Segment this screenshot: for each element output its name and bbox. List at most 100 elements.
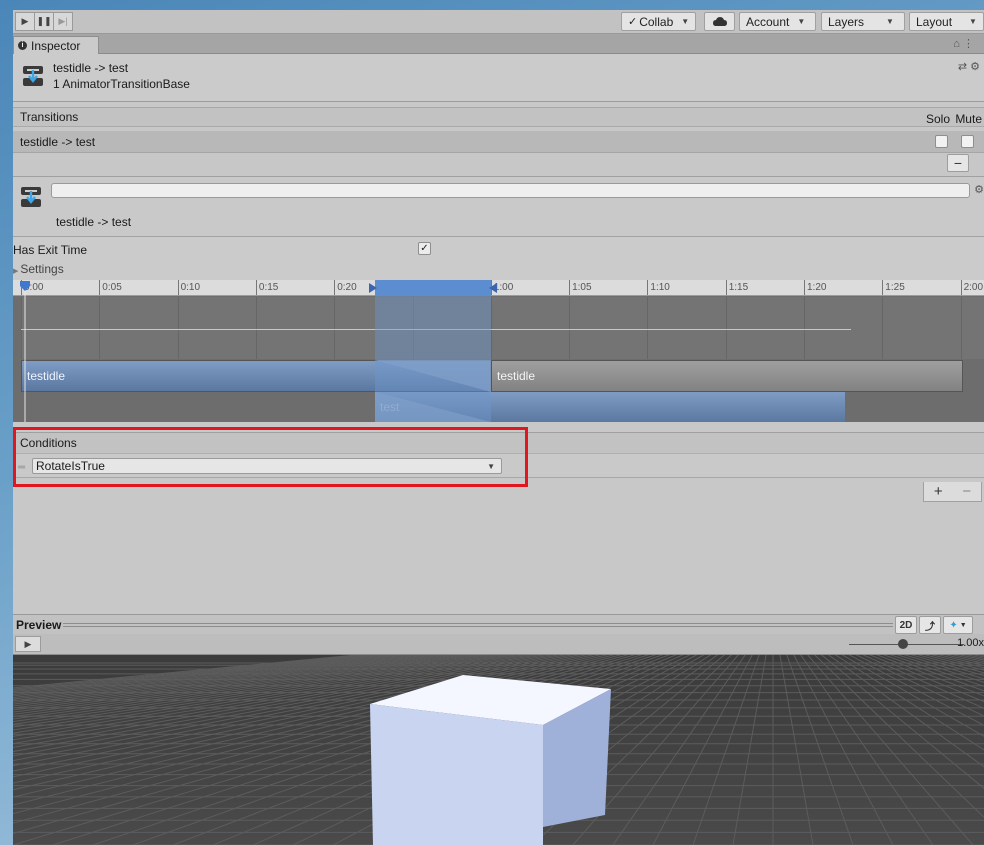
transition-name: testidle -> test — [56, 215, 132, 229]
pivot-button[interactable]: ⤴ — [919, 616, 941, 634]
track-gridline — [647, 297, 649, 359]
account-dropdown[interactable]: Account ▼ — [739, 12, 816, 31]
cloud-icon — [712, 17, 727, 26]
preview-play-button[interactable]: ▶ — [15, 636, 41, 652]
transition-icon — [23, 66, 43, 86]
solo-checkbox[interactable] — [935, 135, 948, 148]
preview-controls: ▶ 1.00x — [13, 634, 984, 655]
pause-button[interactable]: ❚❚ — [34, 12, 54, 31]
timeline-ruler[interactable]: 0:000:050:100:150:200:251:001:051:101:15… — [13, 280, 984, 296]
source-clip-label: testidle — [27, 369, 66, 383]
transition-selection — [375, 280, 491, 422]
playhead[interactable] — [19, 280, 31, 422]
condition-row[interactable]: ═ RotateIsTrue ▼ — [13, 454, 984, 478]
settings-label: Settings — [20, 262, 64, 276]
avatar-icon: ✦ — [949, 619, 958, 631]
track-gridline — [334, 297, 336, 359]
has-exit-time-checkbox[interactable]: ✓ — [418, 242, 431, 255]
play-icon: ▶ — [24, 638, 32, 649]
pivot-icon: ⤴ — [925, 621, 935, 633]
pause-icon: ❚❚ — [36, 16, 52, 26]
ruler-tick — [255, 280, 257, 295]
ruler-tick — [99, 280, 101, 295]
preview-scene — [13, 655, 984, 845]
ruler-tick — [882, 280, 884, 295]
track-gridline — [99, 297, 101, 359]
transition-icon — [21, 187, 41, 207]
transition-row-label: testidle -> test — [20, 134, 96, 149]
speed-slider-knob[interactable] — [898, 639, 908, 649]
remove-condition-button[interactable]: − — [962, 483, 971, 500]
preview-divider — [63, 623, 893, 627]
add-condition-button[interactable]: + — [934, 483, 943, 500]
preview-header: Preview 2D ⤴ ✦ ▼ — [13, 614, 984, 634]
track-gridline — [569, 297, 571, 359]
mode-2d-button[interactable]: 2D — [895, 616, 917, 634]
top-toolbar: ▶ ❚❚ ▶| ✓ Collab ▼ Account ▼ Layers ▼ La… — [13, 10, 984, 34]
ruler-tick — [960, 280, 962, 295]
cube-front — [370, 704, 543, 845]
condition-parameter-dropdown[interactable]: RotateIsTrue ▼ — [32, 458, 502, 474]
transition-timeline[interactable]: 0:000:050:100:150:200:251:001:051:101:15… — [13, 280, 984, 422]
mute-checkbox[interactable] — [961, 135, 974, 148]
track-gridline — [804, 297, 805, 359]
ruler-tick — [569, 280, 571, 295]
collab-button[interactable]: ✓ Collab ▼ — [621, 12, 697, 31]
settings-foldout[interactable]: ▶ Settings — [13, 262, 64, 276]
source-clip-repeat[interactable]: testidle — [491, 360, 963, 392]
ruler-tick-label: 0:20 — [337, 282, 357, 293]
play-button[interactable]: ▶ — [15, 12, 35, 31]
transition-row[interactable]: testidle -> test — [13, 131, 984, 153]
transitions-label: Transitions — [20, 110, 79, 124]
tab-inspector[interactable]: i Inspector — [13, 36, 99, 54]
header-subtitle: 1 AnimatorTransitionBase — [53, 77, 190, 91]
track-gridline — [960, 297, 962, 359]
layers-label: Layers — [828, 14, 865, 29]
playback-controls: ▶ ❚❚ ▶| — [15, 12, 73, 32]
ruler-tick-label: 1:25 — [885, 282, 905, 293]
ruler-tick — [177, 280, 179, 295]
chevron-down-icon: ▼ — [959, 621, 967, 629]
preview-viewport[interactable] — [13, 655, 984, 845]
speed-value: 1.00x — [957, 637, 984, 649]
ruler-tick — [725, 280, 727, 295]
track-gridline — [882, 297, 884, 359]
minus-label: − — [953, 155, 963, 171]
has-exit-time-label: Has Exit Time — [13, 243, 88, 257]
ruler-tick-label: 1:15 — [728, 282, 749, 293]
layers-dropdown[interactable]: Layers ▼ — [821, 12, 905, 31]
transition-end-marker[interactable] — [489, 283, 497, 293]
tab-inspector-label: Inspector — [31, 38, 81, 53]
remove-transition-button[interactable]: − — [947, 154, 969, 172]
transition-name-field[interactable] — [51, 183, 970, 198]
mute-label: Mute — [955, 112, 982, 126]
play-icon: ▶ — [21, 16, 29, 26]
ruler-tick — [804, 280, 805, 295]
settings-icon[interactable]: ⇄ ⚙ — [958, 60, 980, 73]
ruler-tick-label: 0:10 — [180, 282, 201, 293]
lock-icon[interactable]: ⌂ ⋮ — [953, 37, 974, 50]
cloud-button[interactable] — [704, 12, 735, 31]
mode-2d-label: 2D — [899, 619, 913, 631]
layout-label: Layout — [916, 14, 953, 29]
step-button[interactable]: ▶| — [53, 12, 73, 31]
conditions-section: Conditions ═ RotateIsTrue ▼ — [13, 432, 984, 480]
inspector-panel: i Inspector ⌂ ⋮ testidle -> test 1 Anima… — [13, 34, 984, 845]
gear-icon[interactable]: ⚙ — [974, 183, 984, 196]
ruler-tick-label: 1:10 — [650, 282, 670, 293]
ruler-tick-label: 1:05 — [572, 282, 592, 293]
chevron-down-icon: ▼ — [969, 17, 977, 26]
condition-value: RotateIsTrue — [36, 459, 105, 473]
avatar-dropdown[interactable]: ✦ ▼ — [943, 616, 973, 634]
transitions-header: Transitions Solo Mute — [13, 107, 984, 127]
ruler-tick-label: 2:00 — [963, 282, 984, 293]
header-title: testidle -> test — [53, 61, 129, 75]
chevron-down-icon: ▼ — [886, 17, 894, 26]
check-circle-icon: ✓ — [628, 16, 638, 28]
ruler-tick-label: 1:20 — [807, 282, 827, 293]
transition-start-marker[interactable] — [369, 283, 377, 293]
ruler-tick — [334, 280, 336, 295]
layout-dropdown[interactable]: Layout ▼ — [909, 12, 984, 31]
drag-handle-icon[interactable]: ═ — [18, 462, 25, 473]
track-gridline — [177, 297, 179, 359]
